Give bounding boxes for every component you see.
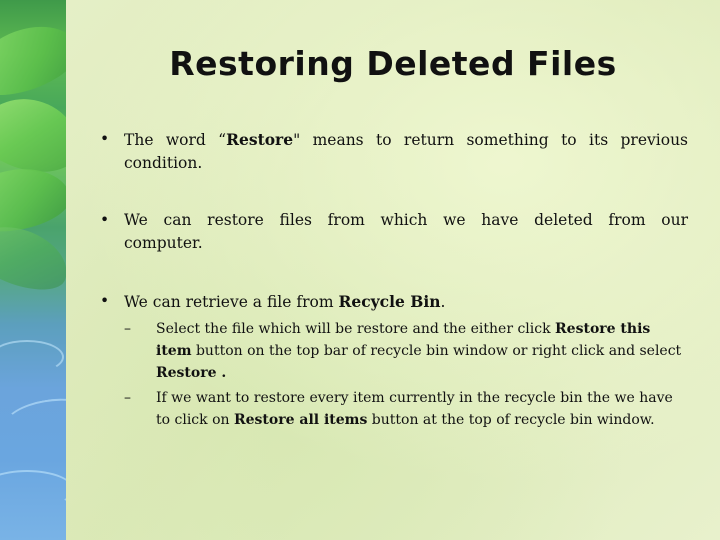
bold-term: Restore	[226, 130, 294, 149]
bold-term: Recycle Bin	[338, 292, 441, 311]
bold-term: Restore all items	[233, 412, 368, 428]
sub-bullet-text: Select the file which will be restore an…	[156, 321, 682, 381]
sub-bullet-item: – Select the file which will be restore …	[124, 318, 686, 384]
water-ripple	[0, 340, 64, 374]
sub-bullet-marker: –	[124, 321, 131, 337]
slide-title: Restoring Deleted Files	[169, 44, 617, 83]
bullet-marker: •	[100, 211, 110, 229]
bullet-text: We can restore files from which we have …	[124, 211, 688, 252]
bullet-item: • We can retrieve a file from Recycle Bi…	[100, 290, 688, 314]
bullet-item: • We can restore files from which we hav…	[100, 209, 688, 255]
leaf-image	[0, 88, 66, 182]
bullet-marker: •	[100, 292, 110, 310]
bullet-marker: •	[100, 130, 110, 148]
decorative-side-image	[0, 0, 66, 540]
leaf-image	[0, 214, 66, 301]
sub-bullet-text: If we want to restore every item current…	[156, 390, 673, 428]
bullet-item: • The word “Restore" means to return som…	[100, 128, 688, 175]
bold-term: Restore .	[156, 365, 227, 381]
water-ripple	[0, 470, 66, 509]
sub-bullet-marker: –	[124, 390, 131, 406]
bullet-text: The word “Restore" means to return somet…	[124, 130, 688, 172]
leaf-image	[0, 12, 66, 108]
water-ripple	[2, 392, 66, 442]
bullet-text: We can retrieve a file from Recycle Bin.	[124, 292, 446, 311]
sub-bullet-item: – If we want to restore every item curre…	[124, 387, 686, 431]
